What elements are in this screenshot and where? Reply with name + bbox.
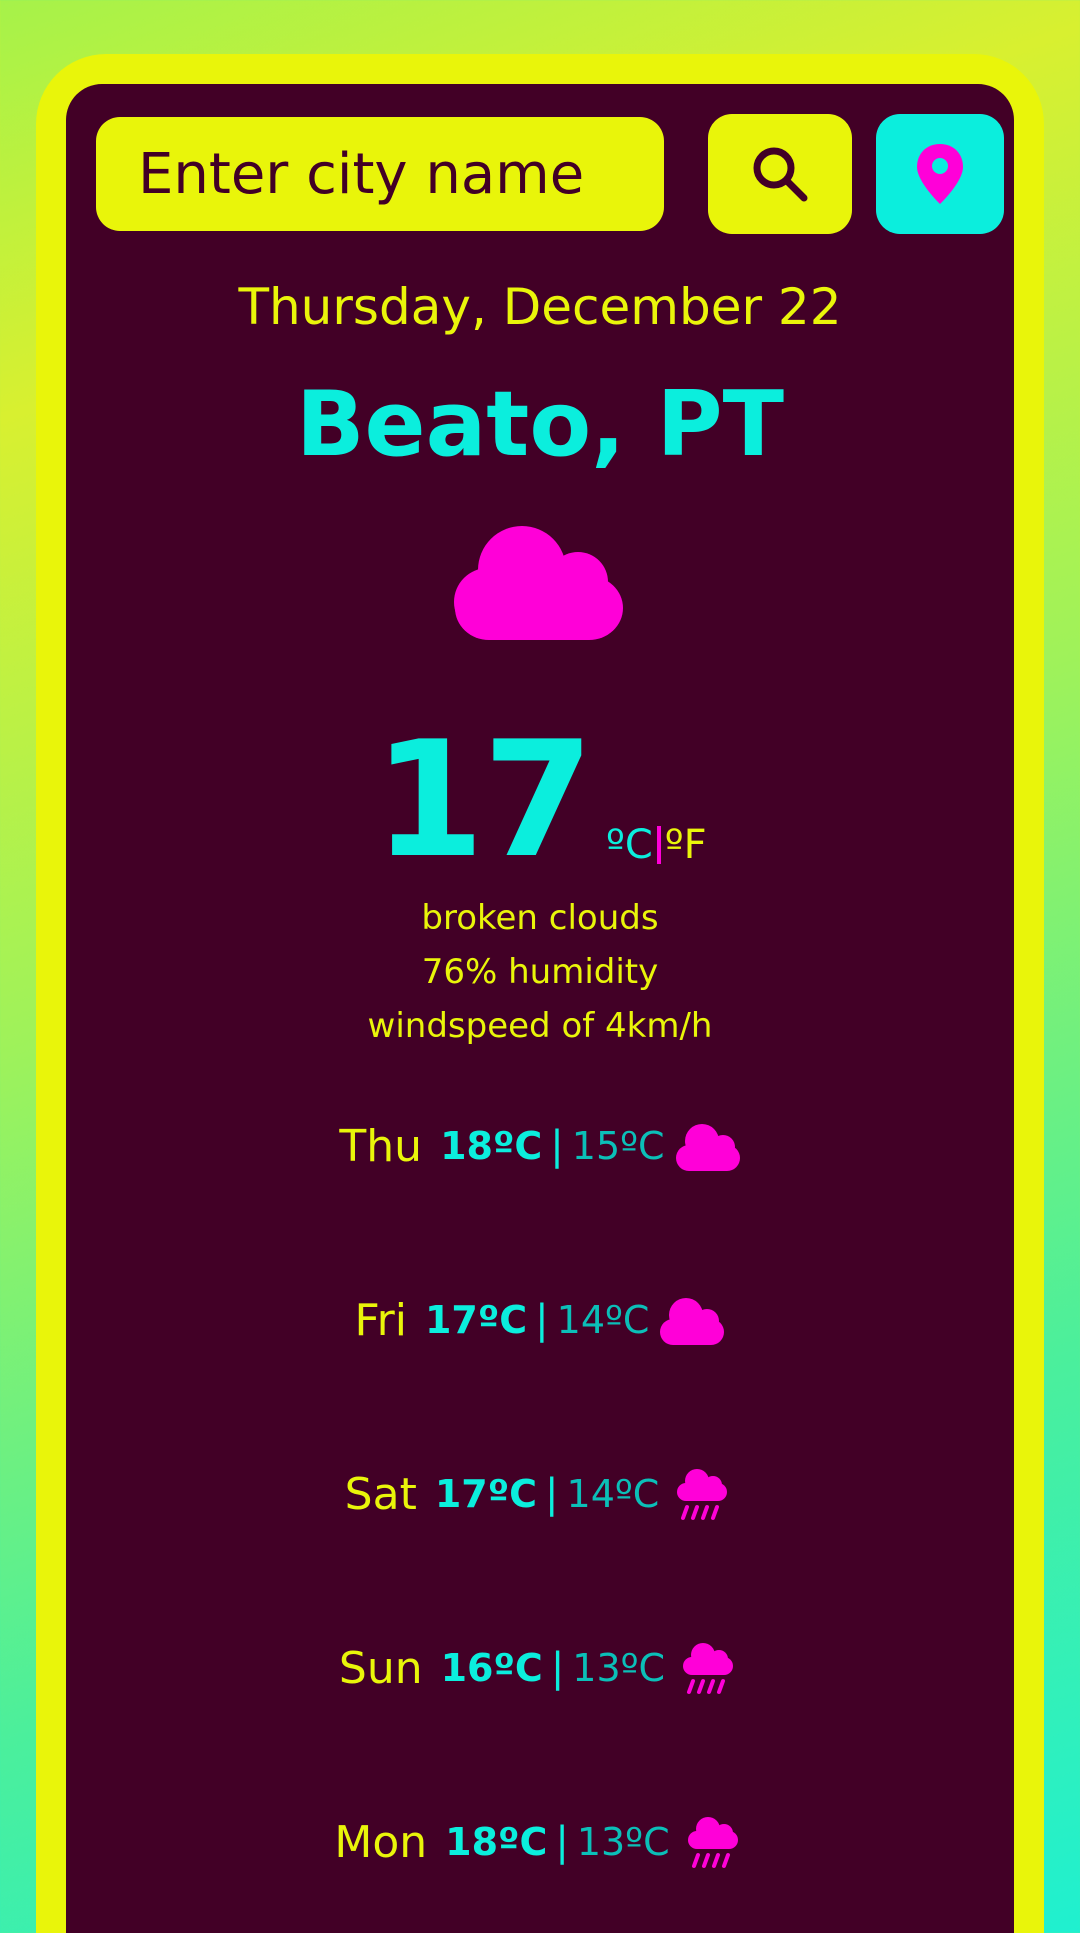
rain-icon (687, 1817, 738, 1868)
forecast-day: Sat (344, 1468, 417, 1520)
cloud-icon (675, 1124, 740, 1171)
forecast-row: Fri 17ºC | 14ºC (66, 1284, 1014, 1458)
city-search-input[interactable] (96, 117, 664, 231)
forecast-max-temp: 17ºC (424, 1298, 528, 1342)
rain-icon (677, 1469, 728, 1520)
forecast-min-temp: 14ºC (566, 1472, 660, 1516)
forecast-min-temp: 13ºC (576, 1820, 670, 1864)
forecast-day: Fri (354, 1294, 407, 1346)
current-temperature-block: 17 ºC ºF (66, 720, 1014, 880)
forecast-row: Sun 16ºC | 13ºC (66, 1632, 1014, 1806)
forecast-separator: | (555, 1819, 569, 1865)
forecast-separator: | (550, 1123, 564, 1169)
forecast-min-temp: 13ºC (572, 1646, 666, 1690)
forecast-separator: | (535, 1297, 549, 1343)
cloud-icon (454, 526, 623, 640)
forecast-day: Sun (338, 1642, 423, 1694)
weather-description: broken clouds (421, 898, 659, 938)
forecast-row: Sat 17ºC | 14ºC (66, 1458, 1014, 1632)
forecast-day: Mon (334, 1816, 428, 1868)
forecast-day: Thu (339, 1120, 423, 1172)
forecast-row: Thu 18ºC | 15ºC (66, 1110, 1014, 1284)
forecast-max-temp: 17ºC (434, 1472, 538, 1516)
unit-divider (656, 826, 661, 864)
forecast-max-temp: 18ºC (445, 1820, 548, 1864)
forecast-list: Thu 18ºC | 15ºC Fri 17ºC | 14ºC Sat 17ºC… (66, 1110, 1014, 1933)
celsius-toggle[interactable]: ºC (606, 822, 653, 868)
fahrenheit-toggle[interactable]: ºF (665, 822, 707, 868)
current-date: Thursday, December 22 (238, 278, 842, 336)
forecast-min-temp: 15ºC (571, 1124, 665, 1168)
search-icon (753, 147, 808, 202)
forecast-separator: | (545, 1471, 559, 1517)
cloud-icon (660, 1298, 725, 1345)
city-name: Beato, PT (295, 372, 785, 477)
current-temperature: 17 (373, 706, 594, 893)
forecast-min-temp: 14ºC (556, 1298, 650, 1342)
location-pin-icon (917, 144, 963, 204)
rain-icon (683, 1643, 734, 1694)
humidity-text: 76% humidity (421, 952, 659, 992)
forecast-row: Mon 18ºC | 13ºC (66, 1806, 1014, 1933)
unit-toggle: ºC ºF (606, 822, 707, 868)
current-location-button[interactable] (876, 114, 1004, 234)
forecast-max-temp: 16ºC (440, 1646, 543, 1690)
wind-speed-text: windspeed of 4km/h (367, 1006, 713, 1046)
search-button[interactable] (708, 114, 852, 234)
forecast-separator: | (550, 1645, 565, 1691)
forecast-max-temp: 18ºC (440, 1124, 543, 1168)
